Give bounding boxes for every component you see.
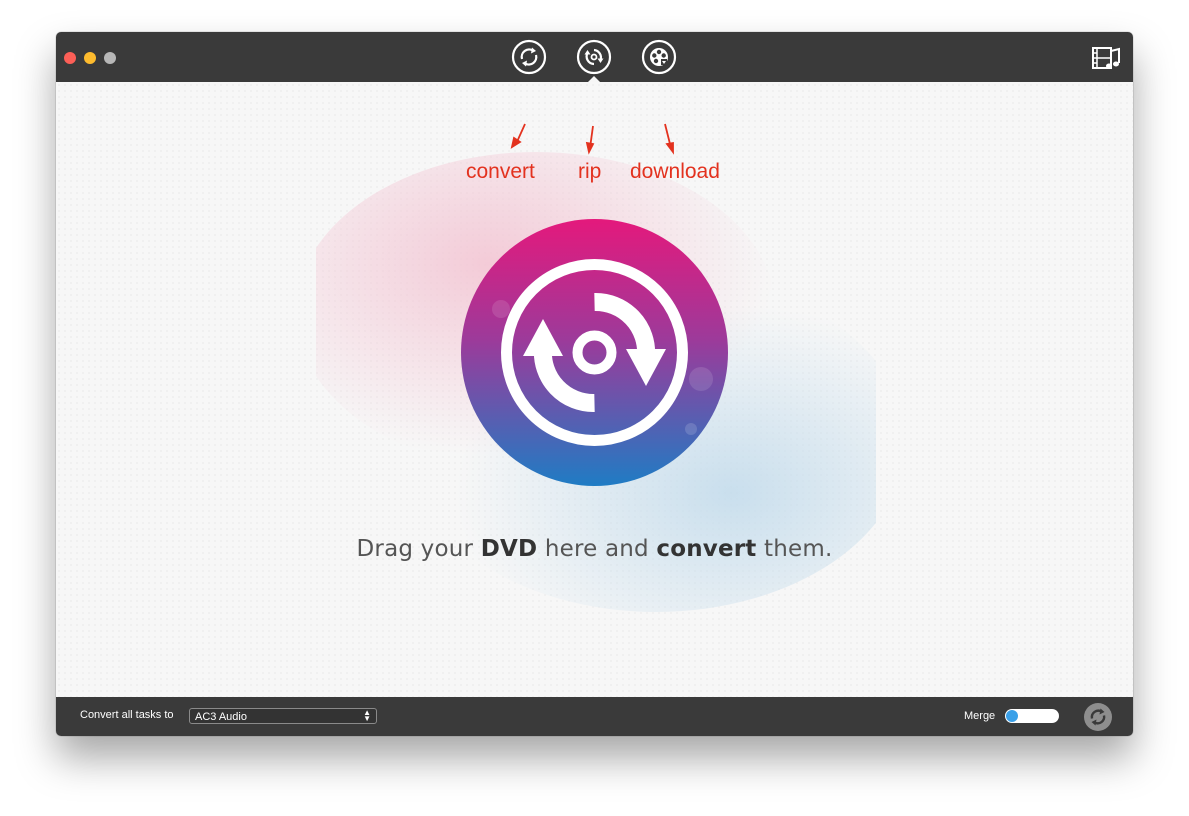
drop-zone[interactable]: convert rip download Drag your DVD here … (56, 82, 1133, 697)
select-stepper-icon: ▲ ▼ (363, 708, 371, 723)
output-format-select[interactable]: AC3 Audio ▲ ▼ (189, 708, 377, 724)
rip-disc-icon (461, 219, 728, 486)
convert-icon (511, 39, 547, 75)
convert-tool-button[interactable] (511, 39, 547, 75)
minimize-window-button[interactable] (84, 52, 96, 64)
zoom-window-button[interactable] (104, 52, 116, 64)
annotation-download: download (630, 160, 720, 183)
start-convert-button[interactable] (1084, 703, 1112, 731)
title-bar (56, 32, 1133, 82)
close-window-button[interactable] (64, 52, 76, 64)
drag-text-part: Drag your (356, 536, 481, 562)
app-window: convert rip download Drag your DVD here … (56, 32, 1133, 736)
convert-all-label: Convert all tasks to (80, 709, 174, 721)
drag-text-dvd: DVD (480, 536, 538, 562)
annotation-convert: convert (466, 160, 535, 183)
bottom-bar: Convert all tasks to AC3 Audio ▲ ▼ Merge (56, 697, 1133, 736)
rip-disc-icon (576, 39, 612, 75)
output-format-value: AC3 Audio (195, 711, 247, 723)
drag-text-convert: convert (656, 536, 757, 562)
drag-text-part: here and (537, 536, 657, 562)
annotation-rip: rip (578, 160, 602, 183)
merge-label: Merge (964, 710, 996, 722)
rip-tool-button[interactable] (576, 39, 612, 75)
drop-disc-button[interactable] (461, 219, 728, 486)
download-film-icon (641, 39, 677, 75)
drag-text-part: them. (756, 536, 833, 562)
drag-instruction-text: Drag your DVD here and convert them. (56, 536, 1133, 562)
merge-toggle-knob (1006, 710, 1018, 722)
convert-start-icon (1084, 703, 1112, 731)
media-library-icon[interactable] (1091, 45, 1121, 71)
merge-toggle[interactable] (1005, 709, 1059, 723)
download-tool-button[interactable] (641, 39, 677, 75)
